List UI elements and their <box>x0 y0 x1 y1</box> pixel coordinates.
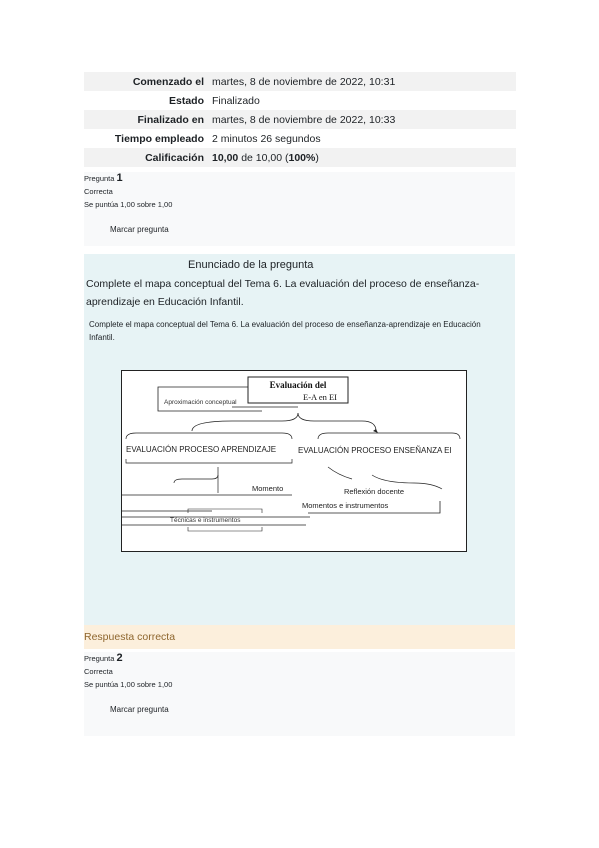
diagram-tecnicas: Técnicas e instrumentos <box>170 517 241 524</box>
summary-row-grade: Calificación 10,00 de 10,00 (100%) <box>84 148 516 167</box>
question-score: Se puntúa 1,00 sobre 1,00 <box>84 680 173 689</box>
diagram-left-branch: EVALUACIÓN PROCESO APRENDIZAJE <box>126 445 276 454</box>
summary-label: Finalizado en <box>84 110 208 129</box>
feedback-correct: Respuesta correcta <box>84 625 515 649</box>
summary-row-finished: Finalizado en martes, 8 de noviembre de … <box>84 110 516 129</box>
summary-label: Comenzado el <box>84 72 208 91</box>
summary-label: Calificación <box>84 148 208 167</box>
question-status: Correcta <box>84 187 113 196</box>
question-info-2: Pregunta 2 Correcta Se puntúa 1,00 sobre… <box>84 652 515 736</box>
attempt-summary-table: Comenzado el martes, 8 de noviembre de 2… <box>84 72 516 167</box>
concept-map-image: Evaluación del E-A en EI Aproximación co… <box>121 370 467 552</box>
flag-question-link[interactable]: Marcar pregunta <box>110 223 515 236</box>
summary-row-started: Comenzado el martes, 8 de noviembre de 2… <box>84 72 516 91</box>
question-text-header: Enunciado de la pregunta <box>188 259 314 271</box>
diagram-momentos-instr: Momentos e instrumentos <box>302 501 389 510</box>
question-status: Correcta <box>84 667 113 676</box>
diagram-aproximacion: Aproximación conceptual <box>164 399 237 406</box>
question-number: Pregunta 1 <box>84 172 123 184</box>
summary-row-time: Tiempo empleado 2 minutos 26 segundos <box>84 129 516 148</box>
summary-value: martes, 8 de noviembre de 2022, 10:31 <box>208 72 516 91</box>
question-number: Pregunta 2 <box>84 652 123 664</box>
summary-value: martes, 8 de noviembre de 2022, 10:33 <box>208 110 516 129</box>
flag-question-link[interactable]: Marcar pregunta <box>110 703 515 716</box>
summary-row-state: Estado Finalizado <box>84 91 516 110</box>
question-intro: Complete el mapa conceptual del Tema 6. … <box>86 278 480 308</box>
question-inner-text: Complete el mapa conceptual del Tema 6. … <box>89 320 481 342</box>
grade-value: 10,00 de 10,00 (100%) <box>208 148 516 167</box>
diagram-title-1: Evaluación del <box>270 380 327 390</box>
diagram-title-2: E-A en EI <box>303 392 337 402</box>
diagram-reflexion: Reflexión docente <box>344 487 404 496</box>
diagram-right-branch: EVALUACIÓN PROCESO ENSEÑANZA EI <box>298 446 452 455</box>
summary-label: Tiempo empleado <box>114 132 204 145</box>
question-score: Se puntúa 1,00 sobre 1,00 <box>84 200 173 209</box>
diagram-momento: Momento <box>252 484 283 493</box>
summary-label: Estado <box>168 94 204 107</box>
question-info-1: Pregunta 1 Correcta Se puntúa 1,00 sobre… <box>84 172 515 246</box>
summary-value: Finalizado <box>212 94 260 107</box>
summary-value: 2 minutos 26 segundos <box>212 132 321 145</box>
